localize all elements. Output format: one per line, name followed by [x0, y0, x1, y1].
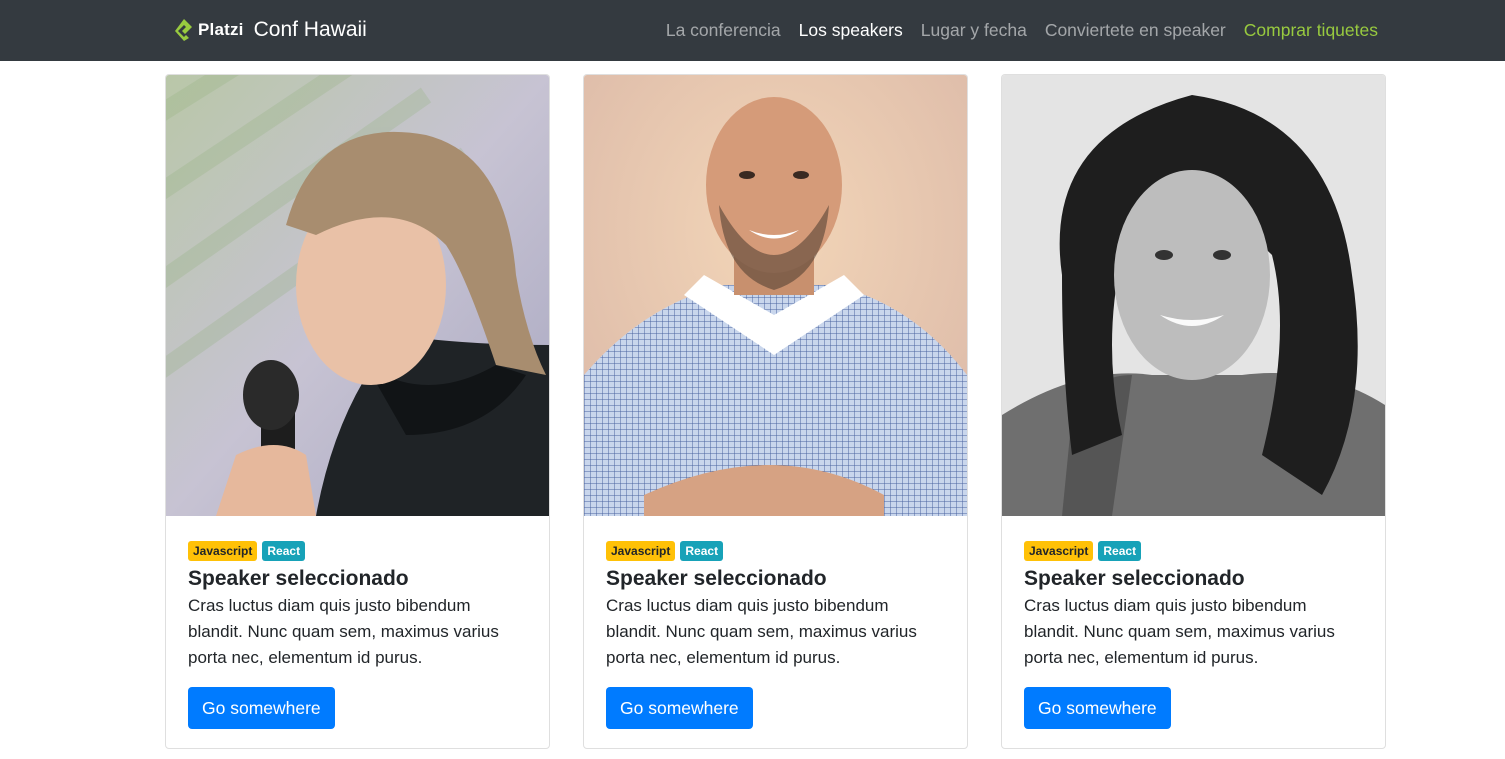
badge-javascript: Javascript [606, 541, 676, 561]
nav-link-conviertete-en-speaker[interactable]: Conviertete en speaker [1045, 20, 1226, 41]
brand-title: Conf Hawaii [253, 18, 367, 41]
speaker-photo [166, 75, 549, 516]
speaker-card: Javascript React Speaker seleccionado Cr… [165, 74, 550, 749]
speaker-photo [584, 75, 967, 516]
badge-javascript: Javascript [1024, 541, 1094, 561]
nav-link-los-speakers[interactable]: Los speakers [799, 20, 903, 41]
badge-react: React [262, 541, 306, 561]
brand-link[interactable]: Platzi Conf Hawaii [174, 15, 367, 45]
badge-javascript: Javascript [188, 541, 258, 561]
card-title: Speaker seleccionado [606, 567, 827, 590]
nav-link-la-conferencia[interactable]: La conferencia [666, 20, 781, 41]
card-body: Javascript React Speaker seleccionado Cr… [606, 541, 946, 729]
nav-links: La conferencia Los speakers Lugar y fech… [666, 17, 1378, 43]
brand-platzi-text: Platzi [198, 20, 244, 39]
badge-group: Javascript React [188, 541, 528, 561]
navbar: Platzi Conf Hawaii La conferencia Los sp… [0, 0, 1505, 61]
speaker-card: Javascript React Speaker seleccionado Cr… [583, 74, 968, 749]
go-somewhere-button[interactable]: Go somewhere [188, 687, 335, 729]
card-text: Cras luctus diam quis justo bibendum bla… [1024, 596, 1335, 667]
speaker-photo [1002, 75, 1385, 516]
badge-react: React [680, 541, 724, 561]
nav-link-lugar-y-fecha[interactable]: Lugar y fecha [921, 20, 1027, 41]
nav-link-comprar-tiquetes[interactable]: Comprar tiquetes [1244, 20, 1378, 41]
card-title: Speaker seleccionado [188, 567, 409, 590]
go-somewhere-button[interactable]: Go somewhere [1024, 687, 1171, 729]
platzi-logo-icon [174, 18, 194, 42]
card-body: Javascript React Speaker seleccionado Cr… [188, 541, 528, 729]
card-text: Cras luctus diam quis justo bibendum bla… [188, 596, 499, 667]
card-title: Speaker seleccionado [1024, 567, 1245, 590]
badge-group: Javascript React [606, 541, 946, 561]
speaker-card: Javascript React Speaker seleccionado Cr… [1001, 74, 1386, 749]
badge-react: React [1098, 541, 1142, 561]
badge-group: Javascript React [1024, 541, 1364, 561]
card-body: Javascript React Speaker seleccionado Cr… [1024, 541, 1364, 729]
go-somewhere-button[interactable]: Go somewhere [606, 687, 753, 729]
card-text: Cras luctus diam quis justo bibendum bla… [606, 596, 917, 667]
